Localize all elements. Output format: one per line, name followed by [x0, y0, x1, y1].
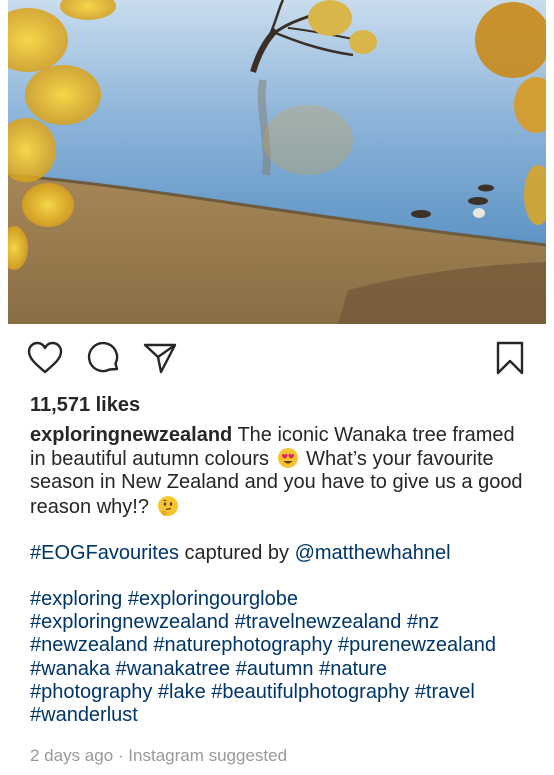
- comment-bubble-icon[interactable]: [84, 336, 124, 380]
- hashtag-link[interactable]: #wanaka: [30, 658, 110, 680]
- hashtag-link[interactable]: #purenewzealand: [338, 634, 496, 656]
- post-photo[interactable]: [8, 0, 546, 324]
- hashtag-link[interactable]: #exploringnewzealand: [30, 611, 229, 633]
- hashtag-link[interactable]: #travelnewzealand: [235, 611, 402, 633]
- post-action-bar: [0, 336, 554, 384]
- caption-text: exploringnewzealand The iconic Wanaka tr…: [30, 424, 530, 519]
- suggested-source: Instagram suggested: [128, 746, 288, 765]
- hashtag-link[interactable]: #beautifulphotography: [211, 681, 409, 703]
- wanaka-tree-photo: [8, 0, 546, 324]
- hashtag-eogfavourites[interactable]: #EOGFavourites: [30, 542, 179, 564]
- username-link[interactable]: exploringnewzealand: [30, 424, 232, 446]
- hashtag-list: #exploring #exploringourglobe #exploring…: [30, 588, 530, 727]
- thinking-face-emoji-icon: [157, 495, 178, 516]
- hashtag-link[interactable]: #newzealand: [30, 634, 148, 656]
- hashtag-link[interactable]: #nature: [319, 658, 387, 680]
- credit-line: #EOGFavourites captured by @matthewhahne…: [30, 542, 530, 565]
- hashtag-link[interactable]: #naturephotography: [153, 634, 332, 656]
- hashtag-link[interactable]: #photography: [30, 681, 152, 703]
- hashtag-link[interactable]: #travel: [415, 681, 475, 703]
- mention-link[interactable]: @matthewhahnel: [295, 542, 451, 564]
- post-caption: exploringnewzealand The iconic Wanaka tr…: [30, 424, 530, 727]
- hashtag-link[interactable]: #exploringourglobe: [128, 588, 298, 610]
- paper-plane-icon[interactable]: [140, 336, 180, 380]
- bookmark-icon[interactable]: [490, 336, 530, 380]
- post-meta: 2 days ago · Instagram suggested: [30, 746, 287, 766]
- meta-separator: ·: [113, 746, 129, 765]
- hashtag-link[interactable]: #wanderlust: [30, 704, 138, 726]
- hashtag-link[interactable]: #wanakatree: [116, 658, 231, 680]
- captured-by-text: captured by: [178, 541, 295, 564]
- hashtag-link[interactable]: #nz: [407, 611, 439, 633]
- likes-count[interactable]: 11,571 likes: [30, 394, 140, 417]
- hashtag-link[interactable]: #lake: [158, 681, 206, 703]
- heart-eyes-emoji-icon: [277, 448, 298, 469]
- hashtag-link[interactable]: #exploring: [30, 588, 122, 610]
- heart-icon[interactable]: [25, 336, 65, 380]
- hashtag-link[interactable]: #autumn: [236, 658, 314, 680]
- post-timestamp[interactable]: 2 days ago: [30, 746, 113, 765]
